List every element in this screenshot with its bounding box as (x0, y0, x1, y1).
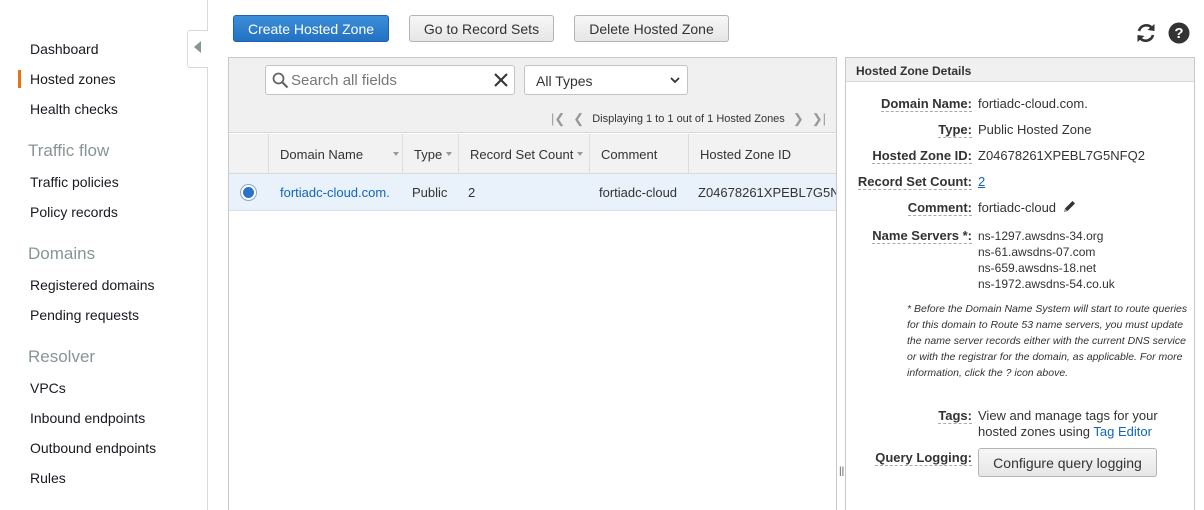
sidebar-collapse-button[interactable] (187, 30, 208, 68)
hosted-zone-id-value: Z04678261XPEBL7G5NFQ2 (978, 148, 1145, 163)
table-header: Domain Name Type Record Set Count Commen… (229, 134, 836, 174)
sidebar-item-inbound-endpoints[interactable]: Inbound endpoints (30, 410, 145, 426)
configure-query-logging-button[interactable]: Configure query logging (978, 448, 1157, 477)
column-label: Domain Name (280, 146, 364, 162)
sidebar: Dashboard Hosted zones Health checks Tra… (0, 0, 208, 510)
comment-cell: fortiadc-cloud (599, 185, 678, 200)
hosted-zone-details-panel: Hosted Zone Details Domain Name: fortiad… (845, 57, 1195, 510)
row-select-radio[interactable] (240, 184, 257, 201)
chevron-down-icon (670, 77, 680, 84)
domain-name-cell[interactable]: fortiadc-cloud.com. (280, 174, 390, 211)
sidebar-item-registered-domains[interactable]: Registered domains (30, 277, 155, 293)
sidebar-item-rules[interactable]: Rules (30, 470, 66, 486)
column-header-type[interactable]: Type (402, 134, 458, 174)
search-input[interactable] (291, 71, 486, 90)
tag-editor-link[interactable]: Tag Editor (1093, 424, 1152, 439)
sidebar-item-hosted-zones[interactable]: Hosted zones (30, 71, 116, 87)
search-icon (272, 72, 289, 89)
active-indicator (18, 70, 21, 88)
panel-resize-handle[interactable]: || (839, 466, 844, 477)
column-header-comment[interactable]: Comment (589, 134, 688, 174)
name-server-3: ns-659.awsdns-18.net (978, 261, 1097, 275)
sidebar-item-vpcs[interactable]: VPCs (30, 380, 66, 396)
type-filter-value: All Types (536, 73, 593, 89)
route53-console: Dashboard Hosted zones Health checks Tra… (0, 0, 1204, 510)
sidebar-item-pending-requests[interactable]: Pending requests (30, 307, 139, 323)
hosted-zone-id-cell: Z04678261XPEBL7G5NFQ2 (698, 185, 837, 200)
next-page-icon[interactable]: ❯ (793, 111, 804, 127)
search-field[interactable] (265, 65, 515, 95)
svg-text:?: ? (1174, 25, 1183, 42)
column-header-hosted-zone-id[interactable]: Hosted Zone ID (688, 134, 836, 174)
column-label: Record Set Count (470, 146, 574, 162)
sidebar-section-resolver: Resolver (28, 347, 96, 366)
sidebar-section-traffic-flow: Traffic flow (28, 141, 110, 160)
delete-hosted-zone-button[interactable]: Delete Hosted Zone (574, 15, 729, 42)
clear-icon[interactable] (494, 73, 508, 87)
name-server-1: ns-1297.awsdns-34.org (978, 229, 1104, 243)
details-title: Hosted Zone Details (846, 58, 1194, 82)
record-set-count-label: Record Set Count: (857, 174, 972, 190)
column-label: Hosted Zone ID (700, 146, 792, 162)
sidebar-section-domains: Domains (28, 244, 96, 263)
hosted-zone-id-label: Hosted Zone ID: (872, 148, 972, 164)
record-set-count-cell: 2 (468, 185, 476, 200)
sort-icon (393, 152, 400, 156)
chevron-left-icon (194, 41, 201, 53)
type-cell: Public (412, 185, 448, 200)
help-icon[interactable]: ? (1168, 22, 1190, 44)
column-label: Type (414, 146, 443, 162)
sidebar-item-outbound-endpoints[interactable]: Outbound endpoints (30, 440, 156, 456)
type-label: Type: (938, 122, 972, 138)
create-hosted-zone-button[interactable]: Create Hosted Zone (233, 15, 389, 42)
name-server-4: ns-1972.awsdns-54.co.uk (978, 277, 1115, 291)
previous-page-icon[interactable]: ❮ (573, 111, 584, 127)
name-server-2: ns-61.awsdns-07.com (978, 245, 1096, 259)
table-toolbar: All Types |❮ ❮ Displaying 1 to 1 out of … (229, 58, 836, 133)
sidebar-item-traffic-policies[interactable]: Traffic policies (30, 174, 119, 190)
pagination: |❮ ❮ Displaying 1 to 1 out of 1 Hosted Z… (551, 111, 826, 127)
type-filter-select[interactable]: All Types (524, 65, 688, 95)
sidebar-item-health-checks[interactable]: Health checks (30, 101, 118, 117)
name-servers-label: Name Servers *: (872, 228, 972, 244)
domain-name-value: fortiadc-cloud.com. (978, 96, 1088, 111)
tags-label: Tags: (938, 408, 972, 424)
column-label: Comment (601, 146, 658, 162)
name-servers-note: * Before the Domain Name System will sta… (907, 303, 1188, 379)
sidebar-item-policy-records[interactable]: Policy records (30, 204, 118, 220)
edit-icon[interactable] (1062, 199, 1077, 214)
last-page-icon[interactable]: ❯| (812, 111, 826, 127)
record-set-count-link[interactable]: 2 (978, 174, 985, 189)
tags-value: View and manage tags for your hosted zon… (978, 408, 1178, 440)
refresh-icon[interactable] (1135, 22, 1157, 44)
sort-icon (577, 152, 584, 156)
comment-label: Comment: (907, 200, 972, 216)
pagination-text: Displaying 1 to 1 out of 1 Hosted Zones (592, 113, 785, 125)
sidebar-item-dashboard[interactable]: Dashboard (30, 41, 99, 57)
type-value: Public Hosted Zone (978, 122, 1092, 137)
domain-name-label: Domain Name: (880, 96, 972, 112)
comment-value: fortiadc-cloud (978, 200, 1057, 215)
go-to-record-sets-button[interactable]: Go to Record Sets (409, 15, 554, 42)
first-page-icon[interactable]: |❮ (551, 111, 565, 127)
hosted-zones-panel: All Types |❮ ❮ Displaying 1 to 1 out of … (228, 57, 837, 510)
column-header-domain-name[interactable]: Domain Name (268, 134, 402, 174)
sort-icon (446, 152, 453, 156)
column-header-record-set-count[interactable]: Record Set Count (458, 134, 588, 174)
query-logging-label: Query Logging: (875, 450, 972, 466)
table-row[interactable]: fortiadc-cloud.com. Public 2 fortiadc-cl… (229, 174, 836, 211)
